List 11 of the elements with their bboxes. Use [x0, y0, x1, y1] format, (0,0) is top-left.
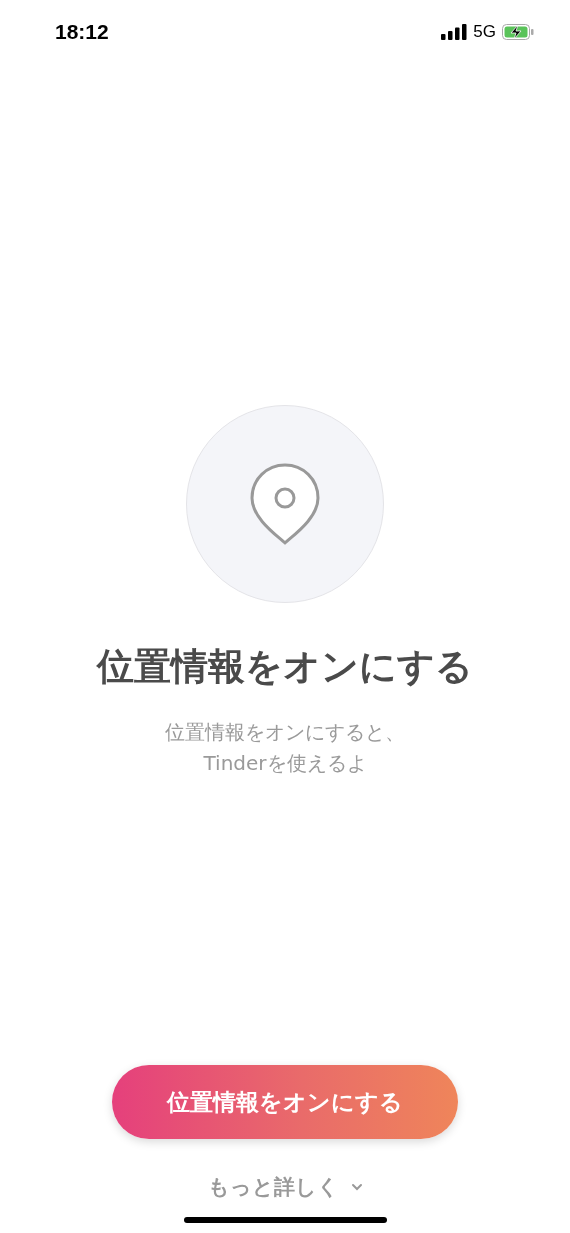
network-label: 5G	[473, 22, 496, 42]
page-title: 位置情報をオンにする	[97, 645, 473, 689]
signal-icon	[441, 24, 468, 40]
battery-charging-icon	[502, 24, 534, 40]
location-pin-icon	[249, 462, 321, 546]
enable-location-button[interactable]: 位置情報をオンにする	[112, 1065, 458, 1139]
status-time: 18:12	[55, 20, 109, 44]
description-line: Tinderを使えるよ	[203, 750, 367, 777]
description-line: 位置情報をオンにすると、	[165, 719, 405, 746]
learn-more-link[interactable]: もっと詳しく	[207, 1173, 363, 1201]
chevron-down-icon	[350, 1183, 363, 1191]
